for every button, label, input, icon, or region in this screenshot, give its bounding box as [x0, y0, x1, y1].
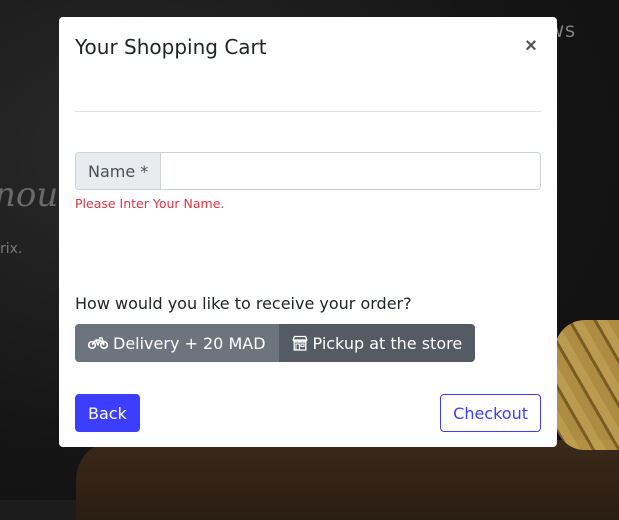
checkout-button[interactable]: Checkout: [440, 394, 541, 432]
name-input-group: Name *: [75, 152, 541, 190]
delivery-option-label: Delivery + 20 MAD: [113, 333, 266, 353]
background-hero-text: nou: [0, 175, 59, 215]
name-input[interactable]: [161, 152, 541, 190]
delivery-option-button[interactable]: Delivery + 20 MAD: [75, 324, 279, 362]
name-label: Name *: [75, 152, 162, 190]
motorcycle-icon: [88, 336, 108, 350]
background-fries-image: [555, 320, 619, 450]
back-button[interactable]: Back: [75, 394, 140, 432]
background-small-text: rix.: [0, 241, 23, 257]
modal-title: Your Shopping Cart: [75, 35, 267, 59]
shopping-cart-modal: Your Shopping Cart × Name * Please Inter…: [59, 17, 557, 447]
pickup-option-label: Pickup at the store: [312, 333, 463, 353]
delivery-question: How would you like to receive your order…: [75, 294, 412, 313]
background-wood-board: [76, 440, 619, 520]
delivery-option-group: Delivery + 20 MAD Pickup at the store: [75, 324, 476, 362]
modal-header: Your Shopping Cart ×: [75, 17, 541, 112]
pickup-option-button[interactable]: Pickup at the store: [278, 324, 476, 362]
store-icon: [291, 335, 308, 351]
name-error-message: Please Inter Your Name.: [75, 196, 225, 211]
close-button[interactable]: ×: [521, 35, 541, 57]
